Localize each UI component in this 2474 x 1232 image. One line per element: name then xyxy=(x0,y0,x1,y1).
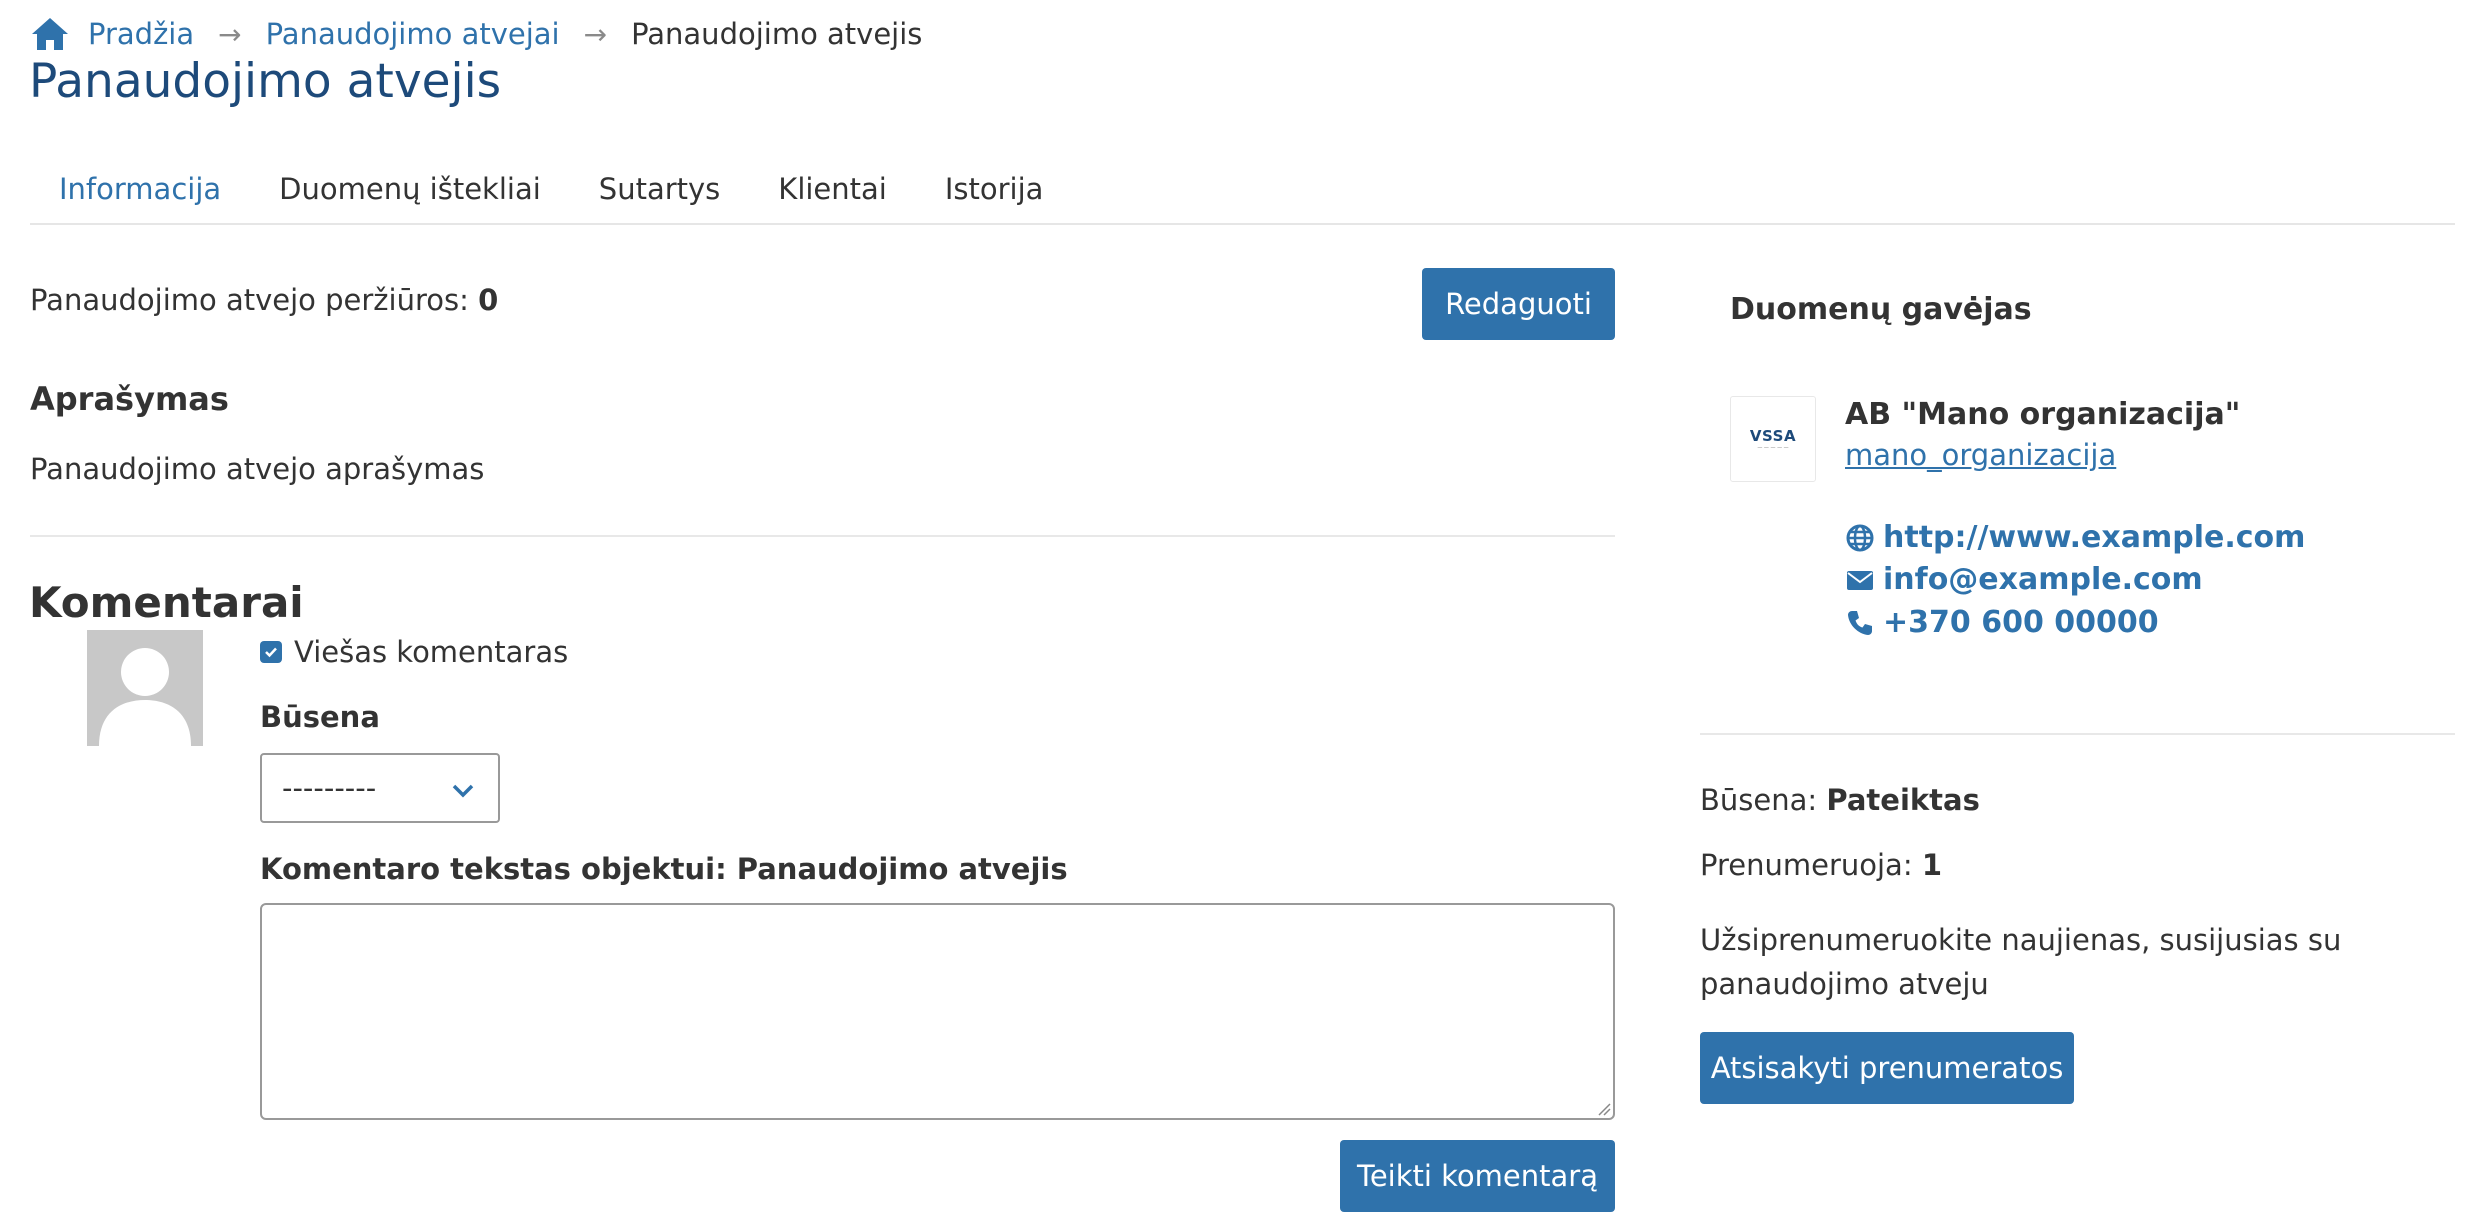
description-heading: Aprašymas xyxy=(30,380,229,418)
views-label: Panaudojimo atvejo peržiūros: xyxy=(30,283,469,317)
status-label: Būsena xyxy=(260,700,380,734)
phone-text: +370 600 00000 xyxy=(1883,605,2159,640)
breadcrumb: Pradžia → Panaudojimo atvejai → Panaudoj… xyxy=(30,12,922,56)
comments-heading: Komentarai xyxy=(29,578,304,627)
tab-duomenu-istekliai[interactable]: Duomenų ištekliai xyxy=(250,165,570,223)
tab-klientai[interactable]: Klientai xyxy=(749,165,916,223)
status-select-value: --------- xyxy=(282,771,377,805)
website-link[interactable]: http://www.example.com xyxy=(1845,520,2305,555)
resize-handle-icon[interactable] xyxy=(1595,1100,1611,1116)
unsubscribe-button[interactable]: Atsisakyti prenumeratos xyxy=(1700,1032,2074,1104)
edit-button[interactable]: Redaguoti xyxy=(1422,268,1615,340)
organization-username-link[interactable]: mano_organizacija xyxy=(1845,438,2116,472)
subscribers-label: Prenumeruoja: xyxy=(1700,848,1913,882)
public-comment-toggle[interactable]: Viešas komentaras xyxy=(260,635,568,669)
home-icon[interactable] xyxy=(30,16,70,52)
recipient-heading: Duomenų gavėjas xyxy=(1730,292,2032,327)
avatar xyxy=(87,630,203,746)
comment-text-label: Komentaro tekstas objektui: Panaudojimo … xyxy=(260,852,1068,886)
phone-link[interactable]: +370 600 00000 xyxy=(1845,605,2159,640)
subscribers-value: 1 xyxy=(1921,848,1943,882)
organization-name: AB "Mano organizacija" xyxy=(1845,397,2241,432)
logo-text: VSSA xyxy=(1749,427,1797,445)
breadcrumb-list-link[interactable]: Panaudojimo atvejai xyxy=(266,17,560,51)
website-text: http://www.example.com xyxy=(1883,520,2306,555)
user-placeholder-icon xyxy=(99,648,191,746)
description-text: Panaudojimo atvejo aprašymas xyxy=(30,452,485,486)
tab-informacija[interactable]: Informacija xyxy=(30,165,250,223)
breadcrumb-arrow-icon: → xyxy=(583,17,608,51)
subscription-status-label: Būsena: xyxy=(1700,783,1818,817)
subscribers-count: Prenumeruoja: 1 xyxy=(1700,848,1942,882)
globe-icon xyxy=(1845,523,1875,553)
submit-comment-button[interactable]: Teikti komentarą xyxy=(1340,1140,1615,1212)
views-counter: Panaudojimo atvejo peržiūros: 0 xyxy=(30,283,498,317)
divider xyxy=(30,535,1615,537)
views-count: 0 xyxy=(478,283,499,317)
logo-subtext: — — — — — xyxy=(1757,445,1789,451)
breadcrumb-home-link[interactable]: Pradžia xyxy=(88,17,194,51)
tab-bar: Informacija Duomenų ištekliai Sutartys K… xyxy=(30,165,2455,225)
divider xyxy=(1700,733,2455,735)
subscription-status: Būsena: Pateiktas xyxy=(1700,783,1980,817)
subscription-info: Užsiprenumeruokite naujienas, susijusias… xyxy=(1700,923,2342,1001)
public-comment-label: Viešas komentaras xyxy=(294,635,569,669)
breadcrumb-arrow-icon: → xyxy=(218,17,242,51)
tab-istorija[interactable]: Istorija xyxy=(916,165,1073,223)
organization-logo[interactable]: VSSA — — — — — xyxy=(1730,396,1816,482)
subscription-status-value: Pateiktas xyxy=(1826,783,1980,817)
comment-textarea[interactable] xyxy=(260,903,1615,1120)
tab-sutartys[interactable]: Sutartys xyxy=(570,165,750,223)
chevron-down-icon xyxy=(452,771,474,805)
email-text: info@example.com xyxy=(1883,562,2203,597)
envelope-icon xyxy=(1845,565,1875,595)
status-select[interactable]: --------- xyxy=(260,753,500,823)
public-comment-checkbox[interactable] xyxy=(260,641,282,663)
breadcrumb-current: Panaudojimo atvejis xyxy=(631,17,923,51)
phone-icon xyxy=(1845,608,1875,638)
page-title: Panaudojimo atvejis xyxy=(29,54,502,109)
email-link[interactable]: info@example.com xyxy=(1845,562,2203,597)
